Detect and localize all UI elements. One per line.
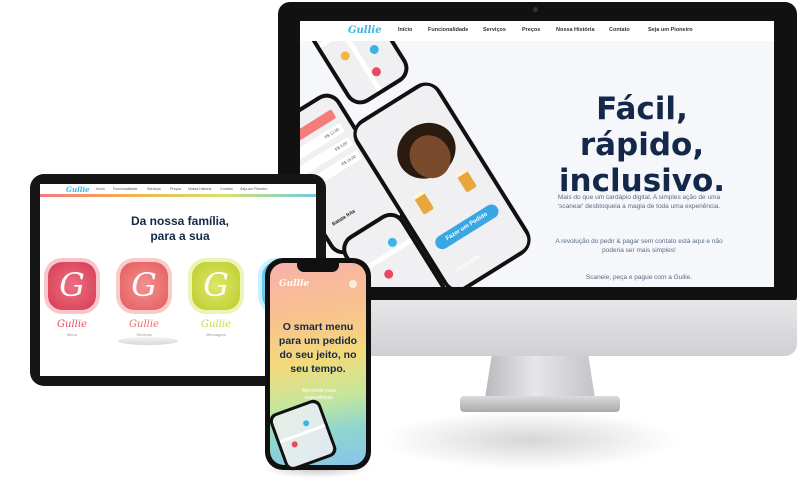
tablet-title-line: Da nossa família, — [130, 214, 230, 228]
imac-stand-neck — [485, 356, 595, 398]
desktop-navbar: Gullie Início Funcionalidade Serviços Pr… — [300, 21, 774, 41]
imac-shadow — [380, 410, 680, 470]
hero-paragraph: A revolução do pedir & pagar sem contato… — [555, 238, 723, 254]
app-dish-title: Aproveite — [455, 253, 482, 274]
tablet-nav-item[interactable]: Nossa História — [188, 187, 211, 191]
plate-shadow — [118, 337, 178, 345]
desktop-website: R$ 12,00 R$ 9,00 R$ 15,00 Batata frita F… — [300, 21, 774, 287]
phone-subtitle: Aproveite essa experiência! — [301, 388, 337, 401]
badge-letter: G — [203, 266, 229, 304]
gullie-mensagem-badge[interactable]: G — [192, 262, 240, 310]
tablet-nav-item[interactable]: Contato — [220, 187, 233, 191]
map-pin — [368, 43, 381, 56]
nav-inicio[interactable]: Início — [398, 27, 412, 33]
tablet-color-stripe — [40, 194, 316, 197]
phone-logo[interactable]: Gullie — [279, 279, 309, 289]
beer-glass — [455, 167, 477, 193]
order-button[interactable]: Fazer um Pedido — [432, 201, 502, 252]
hero-paragraph: Scaneie, peça e pague com a Gullie. — [585, 274, 693, 281]
badge-name: Gullie — [57, 319, 87, 330]
tablet-nav-item[interactable]: Seja um Pioneiro — [240, 187, 267, 191]
nav-seja-pioneiro[interactable]: Seja um Pioneiro — [648, 27, 693, 33]
gullie-servicos-badge[interactable]: G — [120, 262, 168, 310]
hero-title-line: Fácil, rápido, — [579, 91, 705, 163]
imac-camera — [533, 7, 538, 12]
phone-title-line: do seu jeito, no — [279, 349, 357, 361]
phone-title-line: seu tempo. — [290, 363, 346, 375]
tablet-nav-item[interactable]: Início — [96, 187, 105, 191]
badge-sub: Mensagem — [206, 332, 226, 337]
nav-nossa-historia[interactable]: Nossa História — [556, 27, 595, 33]
badge-name: Gullie — [129, 319, 159, 330]
imac-stand-foot — [460, 396, 620, 412]
phone-title-line: O smart menu — [282, 321, 354, 333]
nav-contato[interactable]: Contato — [609, 27, 630, 33]
beer-glass — [412, 189, 435, 215]
phone-title-line: para um pedido — [278, 335, 358, 347]
tablet-nav-item[interactable]: Serviços — [147, 187, 161, 191]
nav-precos[interactable]: Preços — [522, 27, 540, 33]
nav-servicos[interactable]: Serviços — [483, 27, 506, 33]
tablet-nav-item[interactable]: Funcionalidade — [113, 187, 137, 191]
badge-name: Gullie — [201, 319, 231, 330]
badge-letter: G — [59, 266, 85, 304]
nav-funcionalidade[interactable]: Funcionalidade — [428, 27, 468, 33]
map-pin — [339, 49, 352, 63]
hero-paragraph: Mais do que um cardápio digital. A simpl… — [557, 194, 721, 210]
desktop-logo[interactable]: Gullie — [348, 25, 382, 36]
badge-sub: Menu — [66, 332, 77, 337]
badge-letter: G — [131, 266, 157, 304]
tablet-title: Da nossa família, para a sua — [100, 214, 260, 244]
tablet-nav-item[interactable]: Preços — [170, 187, 181, 191]
tablet-title-line: para a sua — [150, 229, 210, 243]
gullie-menu-badge[interactable]: G — [48, 262, 96, 310]
menu-dish-title: Batata frita — [331, 208, 357, 228]
phone-title: O smart menu para um pedido do seu jeito… — [276, 320, 360, 376]
phone-notch — [297, 263, 339, 272]
tablet-logo[interactable]: Gullie — [66, 185, 90, 194]
hamburger-menu-icon[interactable] — [349, 280, 357, 288]
hero-title: Fácil, rápido, inclusivo. — [532, 91, 752, 199]
